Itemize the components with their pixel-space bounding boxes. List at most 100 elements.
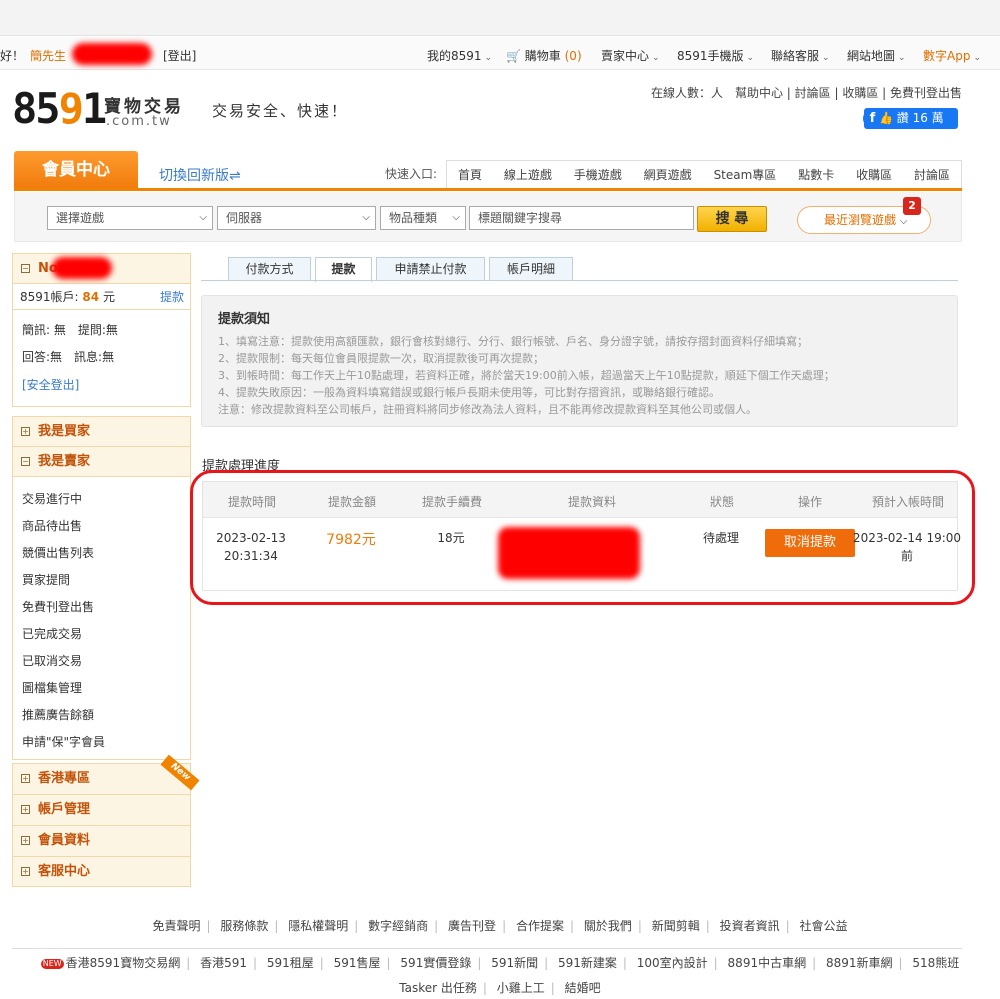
footer-link[interactable]: 服務條款: [220, 919, 268, 933]
notice-line: 3、到帳時間：每工作天上午10點處理，若資料正確，將於當天19:00前入帳，超過…: [218, 369, 835, 382]
greeting: 好！: [0, 49, 25, 63]
footer-site-link[interactable]: 8891中古車網: [728, 956, 807, 970]
chevron-down-icon: ⌄: [898, 53, 906, 63]
item-type-select[interactable]: 物品種類 ⌵: [380, 206, 466, 230]
footer-site-link[interactable]: 香港591: [200, 956, 247, 970]
seller-label: 我是賣家: [38, 454, 91, 469]
seller-section[interactable]: − 我是賣家: [13, 447, 190, 477]
tab-block-payment[interactable]: 申請禁止付款: [376, 257, 485, 281]
footer-site-link[interactable]: 小雞上工: [497, 981, 545, 995]
footer-site-link[interactable]: 香港8591寶物交易網: [66, 956, 181, 970]
seller-link-questions[interactable]: 買家提問: [22, 571, 70, 588]
secure-logout-link[interactable]: [安全登出]: [22, 376, 79, 393]
top-bar: 好！ 簡先生 [登出] 我的8591 ⌄ 🛒 購物車 (0) 賣家中心 ⌄ 8591…: [0, 37, 1000, 70]
user-name[interactable]: 簡先生: [30, 47, 66, 64]
footer-link[interactable]: 廣告刊登: [448, 919, 496, 933]
withdraw-link[interactable]: 提款: [160, 288, 184, 305]
seller-link-guarantee[interactable]: 申請"保"字會員: [22, 733, 105, 750]
tab-account-details[interactable]: 帳戶明細: [489, 257, 573, 281]
footer-site-link[interactable]: 591售屋: [334, 956, 381, 970]
tab-withdraw[interactable]: 提款: [315, 257, 372, 282]
footer-link[interactable]: 數字經銷商: [368, 919, 428, 933]
logout-link[interactable]: [登出]: [163, 47, 196, 64]
quick-entry-label: 快速入口:: [385, 167, 438, 181]
server-select[interactable]: 伺服器 ⌵: [217, 206, 376, 230]
logo-domain: .com.tw: [106, 114, 172, 129]
quick-nav-mobile-games[interactable]: 手機遊戲: [574, 166, 622, 183]
sitemap-menu[interactable]: 網站地圖 ⌄: [847, 47, 906, 64]
footer-link[interactable]: 關於我們: [584, 919, 632, 933]
quick-nav-home[interactable]: 首頁: [458, 166, 482, 183]
footer-site-link[interactable]: 591實價登錄: [400, 956, 471, 970]
footer-link[interactable]: 合作提案: [516, 919, 564, 933]
minus-icon[interactable]: −: [21, 264, 30, 273]
service-section[interactable]: + 客服中心: [13, 857, 190, 886]
quick-nav-web-games[interactable]: 網頁遊戲: [644, 166, 692, 183]
site-logo[interactable]: 8591 寶物交易 .com.tw: [12, 88, 181, 130]
sms-questions[interactable]: 簡訊: 無 提問:無: [22, 321, 118, 338]
member-info-section[interactable]: + 會員資料: [13, 826, 190, 857]
footer-link[interactable]: 隱私權聲明: [288, 919, 348, 933]
seller-link-in-progress[interactable]: 交易進行中: [22, 490, 82, 507]
footer-link[interactable]: 社會公益: [800, 919, 848, 933]
quick-nav-online-games[interactable]: 線上遊戲: [504, 166, 552, 183]
footer-site-link[interactable]: 591租屋: [267, 956, 314, 970]
account-mgmt-section[interactable]: + 帳戶管理: [13, 795, 190, 826]
tab-payment-method[interactable]: 付款方式: [228, 257, 311, 281]
quick-nav-steam[interactable]: Steam專區: [714, 166, 777, 183]
search-button[interactable]: 搜 尋: [697, 206, 767, 232]
keyword-search-input[interactable]: 標題關鍵字搜尋: [469, 206, 694, 230]
app-menu[interactable]: 數字App ⌄: [923, 47, 981, 64]
redaction-blur: [72, 43, 152, 65]
mobile-menu[interactable]: 8591手機版 ⌄: [677, 47, 754, 64]
contact-menu[interactable]: 聯絡客服 ⌄: [771, 47, 830, 64]
notice-line: 4、提款失敗原因：一般為資料填寫錯誤或銀行帳戶長期未使用等，可比對存摺資訊，或聯…: [218, 386, 720, 399]
seller-link-pending[interactable]: 商品待出售: [22, 517, 82, 534]
game-select[interactable]: 選擇遊戲 ⌵: [47, 206, 213, 230]
withdraw-notice: 提款須知 1、填寫注意：提款使用高額匯款，銀行會核對總行、分行、銀行帳號、戶名、…: [201, 295, 958, 427]
separator: |: [252, 956, 258, 970]
seller-link-cancelled[interactable]: 已取消交易: [22, 652, 82, 669]
footer-site-link[interactable]: 100室內設計: [637, 956, 708, 970]
plus-icon: +: [21, 774, 30, 783]
chevron-down-icon: ⌵: [899, 216, 908, 227]
balance-value: 84: [82, 290, 100, 304]
seller-center-menu[interactable]: 賣家中心 ⌄: [601, 47, 660, 64]
plus-icon: +: [21, 836, 30, 845]
seller-link-completed[interactable]: 已完成交易: [22, 625, 82, 642]
server-select-value: 伺服器: [226, 211, 263, 225]
switch-new-version-link[interactable]: 切換回新版⇌: [159, 165, 241, 185]
footer-site-link[interactable]: 591新聞: [491, 956, 538, 970]
footer-site-link[interactable]: Tasker 出任務: [399, 981, 477, 995]
separator: |: [622, 956, 627, 970]
hk-section[interactable]: + 香港專區: [13, 764, 190, 795]
footer-site-link[interactable]: 591新建案: [558, 956, 617, 970]
footer-site-link[interactable]: 結婚吧: [565, 981, 601, 995]
highlight-annotation: [190, 470, 975, 605]
separator: |: [898, 956, 903, 970]
header-links[interactable]: 在線人數：人 幫助中心 | 討論區 | 收購區 | 免費刊登出售: [651, 84, 962, 101]
seller-link-free-listing[interactable]: 免費刊登出售: [22, 598, 94, 615]
member-center-tab[interactable]: 會員中心: [14, 151, 138, 189]
cart-link[interactable]: 🛒 購物車 (0): [506, 47, 582, 64]
fb-like-button[interactable]: f 👍 讚 16 萬: [863, 108, 958, 129]
sitemap-label: 網站地圖: [847, 49, 896, 63]
footer-site-link[interactable]: 8891新車網: [826, 956, 893, 970]
quick-nav-points-card[interactable]: 點數卡: [798, 166, 834, 183]
balance-line: 8591帳戶: 84 元: [20, 288, 115, 305]
seller-link-images[interactable]: 圖檔集管理: [22, 679, 82, 696]
chevron-down-icon: ⌄: [746, 53, 755, 63]
footer-link[interactable]: 投資者資訊: [720, 919, 780, 933]
seller-link-auction[interactable]: 競價出售列表: [22, 544, 94, 561]
buyer-section[interactable]: + 我是買家: [13, 417, 190, 447]
seller-link-ad-balance[interactable]: 推薦廣告餘額: [22, 706, 94, 723]
quick-nav-purchase[interactable]: 收購區: [856, 166, 892, 183]
plus-icon: +: [21, 867, 30, 876]
footer-site-link[interactable]: 518熊班: [912, 956, 959, 970]
footer-links: 免責聲明 | 服務條款 | 隱私權聲明 | 數字經銷商 | 廣告刊登 | 合作提案 | 關於…: [0, 917, 1000, 934]
footer-link[interactable]: 新聞剪輯: [652, 919, 700, 933]
footer-link[interactable]: 免責聲明: [152, 919, 200, 933]
my8591-menu[interactable]: 我的8591 ⌄: [427, 47, 492, 64]
quick-nav-forum[interactable]: 討論區: [914, 166, 950, 183]
answers-messages[interactable]: 回答:無 訊息:無: [22, 348, 114, 365]
